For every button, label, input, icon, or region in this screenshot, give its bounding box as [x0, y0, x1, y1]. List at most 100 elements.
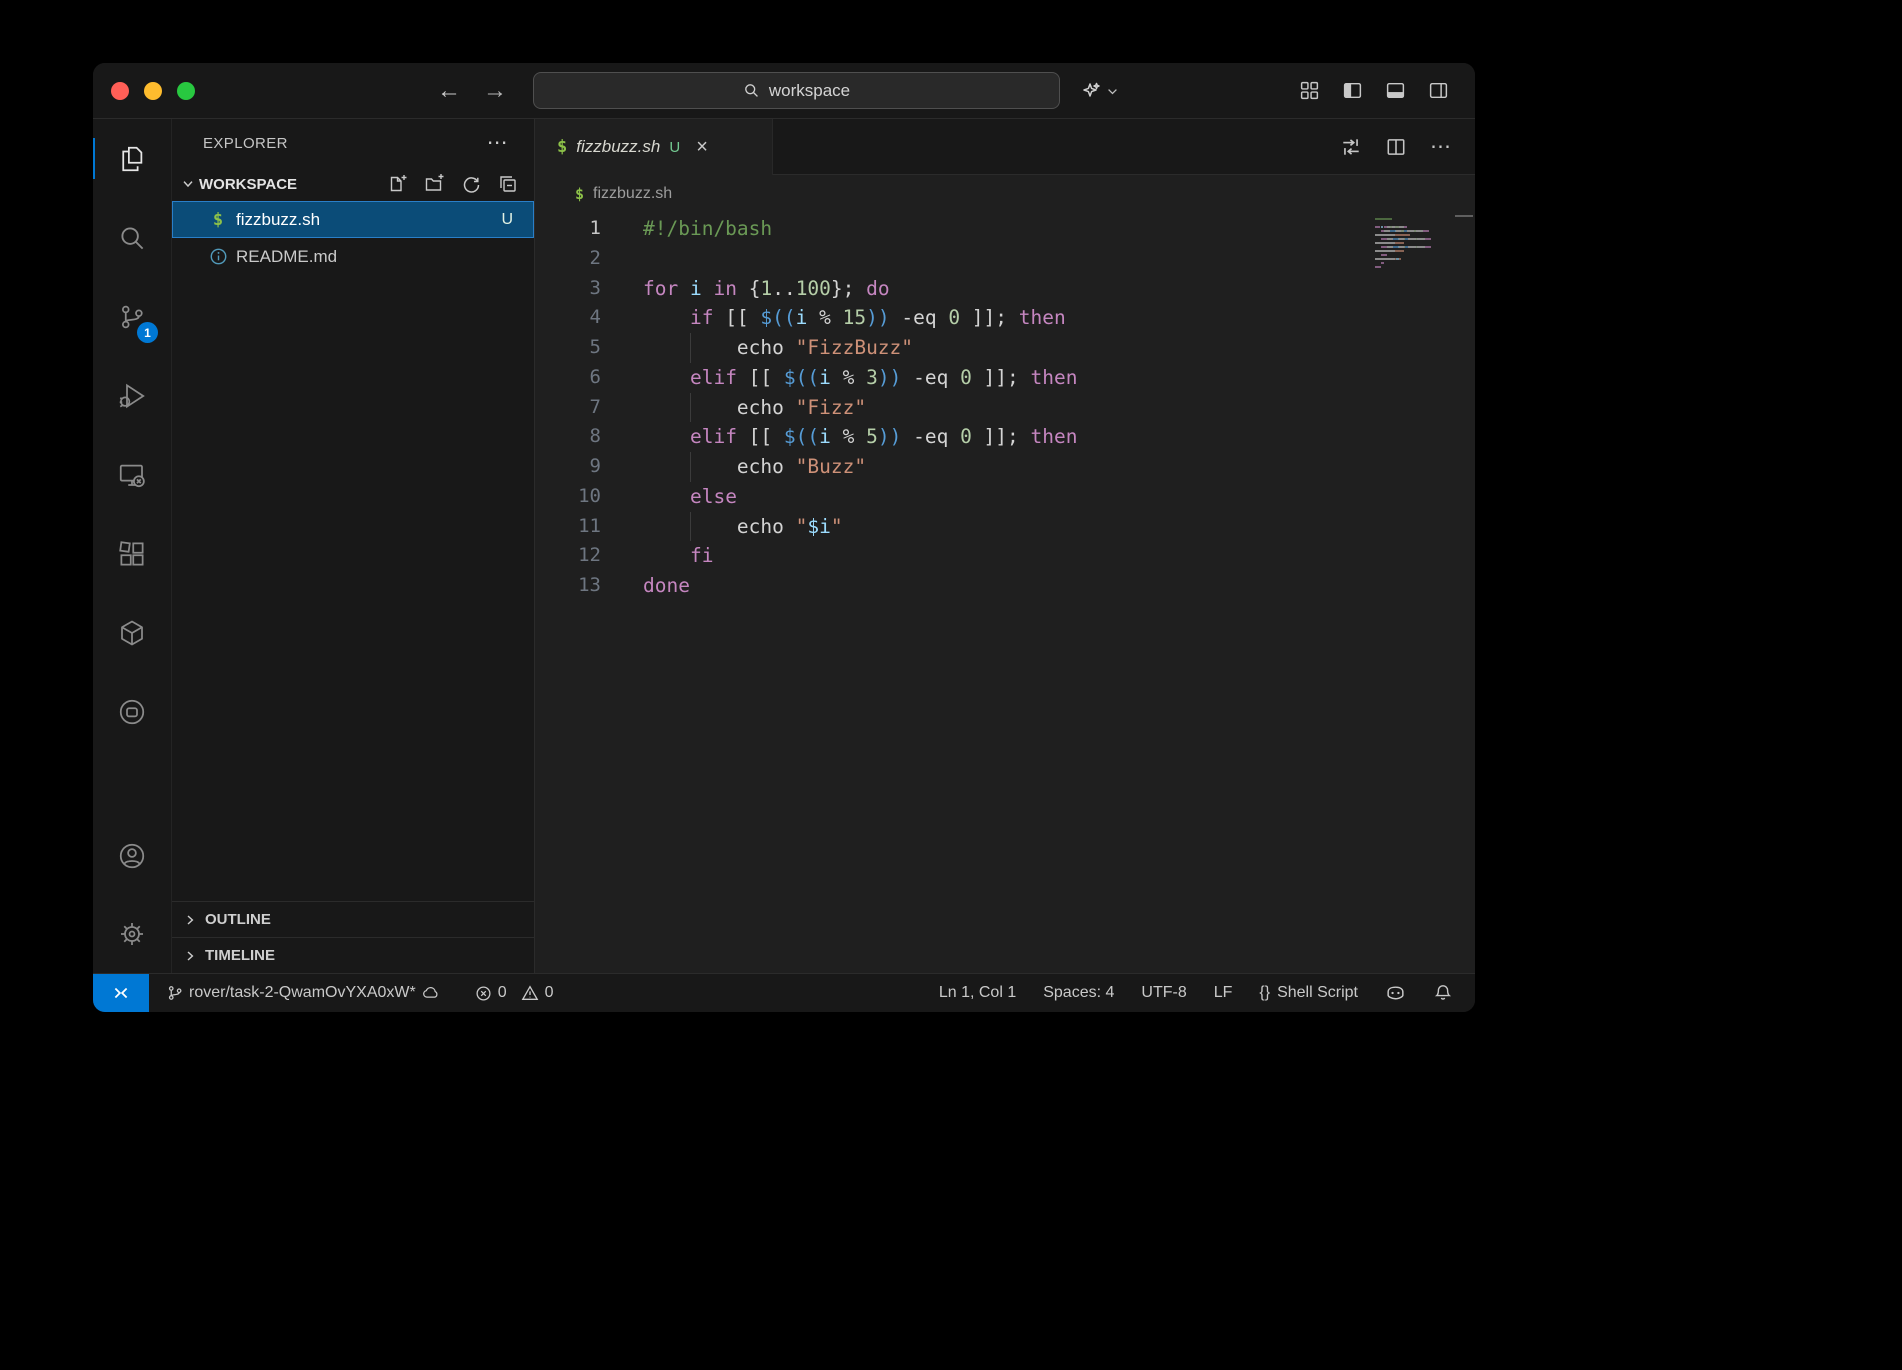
- outline-section-label: OUTLINE: [205, 911, 271, 928]
- minimap[interactable]: [1375, 217, 1451, 269]
- account-icon: [117, 841, 147, 871]
- compare-changes-icon: [1340, 136, 1362, 158]
- file-row-readme[interactable]: README.md: [172, 238, 534, 275]
- indent-guide: [690, 393, 691, 423]
- activity-source-control[interactable]: 1: [93, 277, 171, 356]
- activity-extensions[interactable]: [93, 514, 171, 593]
- line-number[interactable]: 5: [535, 333, 601, 363]
- search-icon: [743, 82, 760, 99]
- zoom-window-button[interactable]: [177, 82, 195, 100]
- close-window-button[interactable]: [111, 82, 129, 100]
- breadcrumb[interactable]: $ fizzbuzz.sh: [535, 175, 1475, 213]
- indentation-status[interactable]: Spaces: 4: [1043, 984, 1114, 1002]
- line-number[interactable]: 10: [535, 482, 601, 512]
- code-line-10[interactable]: 10 else: [535, 482, 1475, 512]
- new-file-button[interactable]: [387, 174, 407, 194]
- scm-changes-badge: 1: [137, 322, 158, 343]
- code-line-7[interactable]: 7 echo "Fizz": [535, 393, 1475, 423]
- code-text: elif [[ $((i % 3)) -eq 0 ]]; then: [643, 366, 1077, 389]
- sidebar-title: EXPLORER: [203, 135, 288, 152]
- language-mode-status[interactable]: {} Shell Script: [1259, 984, 1358, 1002]
- activity-cube-extension[interactable]: [93, 593, 171, 672]
- line-number[interactable]: 6: [535, 363, 601, 393]
- code-line-11[interactable]: 11 echo "$i": [535, 512, 1475, 542]
- toggle-panel-button[interactable]: [1385, 80, 1406, 101]
- line-number[interactable]: 13: [535, 571, 601, 601]
- activity-bar: 1: [93, 119, 172, 973]
- settings-button[interactable]: [93, 895, 171, 973]
- line-number[interactable]: 1: [535, 214, 601, 244]
- git-branch-status[interactable]: rover/task-2-QwamOvYXA0xW*: [166, 983, 441, 1003]
- code-line-3[interactable]: 3for i in {1..100}; do: [535, 274, 1475, 304]
- new-file-icon: [387, 174, 407, 194]
- code-line-1[interactable]: 1 #!/bin/bash: [535, 214, 1475, 244]
- line-number[interactable]: 3: [535, 274, 601, 304]
- code-line-8[interactable]: 8 elif [[ $((i % 5)) -eq 0 ]]; then: [535, 422, 1475, 452]
- code-line-4[interactable]: 4 if [[ $((i % 15)) -eq 0 ]]; then: [535, 303, 1475, 333]
- toggle-secondary-sidebar-button[interactable]: [1428, 80, 1449, 101]
- encoding-status[interactable]: UTF-8: [1141, 984, 1186, 1002]
- status-bar-right: Ln 1, Col 1 Spaces: 4 UTF-8 LF {} Shell …: [939, 983, 1475, 1004]
- copilot-menu-button[interactable]: [1079, 74, 1119, 108]
- code-editor[interactable]: 1 #!/bin/bash 23for i in {1..100}; do4 if …: [535, 213, 1475, 973]
- go-back-button[interactable]: ←: [437, 77, 461, 105]
- command-center-search[interactable]: workspace: [533, 72, 1060, 109]
- code-line-9[interactable]: 9 echo "Buzz": [535, 452, 1475, 482]
- tab-fizzbuzz[interactable]: $ fizzbuzz.sh U ×: [535, 119, 773, 175]
- shellscript-file-icon: $: [207, 210, 229, 230]
- activity-run-debug[interactable]: [93, 356, 171, 435]
- timeline-section-header[interactable]: TIMELINE: [172, 937, 534, 973]
- line-number[interactable]: 11: [535, 512, 601, 542]
- code-line-12[interactable]: 12 fi: [535, 541, 1475, 571]
- activity-lens-extension[interactable]: [93, 672, 171, 751]
- open-changes-button[interactable]: [1340, 136, 1362, 158]
- outline-section-header[interactable]: OUTLINE: [172, 901, 534, 937]
- file-name: README.md: [236, 247, 337, 267]
- problems-status[interactable]: 0 0: [475, 984, 554, 1002]
- shellscript-file-icon: $: [575, 185, 584, 203]
- customize-layout-button[interactable]: [1299, 80, 1320, 101]
- go-forward-button[interactable]: →: [483, 77, 507, 105]
- new-folder-icon: [424, 174, 444, 194]
- eol-status[interactable]: LF: [1214, 984, 1233, 1002]
- indent-guide: [690, 333, 691, 363]
- activity-explorer[interactable]: [93, 119, 171, 198]
- line-number[interactable]: 8: [535, 422, 601, 452]
- activity-remote-explorer[interactable]: [93, 435, 171, 514]
- minimize-window-button[interactable]: [144, 82, 162, 100]
- breadcrumb-file[interactable]: fizzbuzz.sh: [593, 185, 672, 203]
- close-tab-button[interactable]: ×: [696, 137, 708, 157]
- cursor-position-status[interactable]: Ln 1, Col 1: [939, 984, 1016, 1002]
- line-number[interactable]: 2: [535, 244, 601, 274]
- language-label: Shell Script: [1277, 984, 1358, 1002]
- line-number[interactable]: 7: [535, 393, 601, 423]
- code-line-5[interactable]: 5 echo "FizzBuzz": [535, 333, 1475, 363]
- line-number[interactable]: 4: [535, 303, 601, 333]
- refresh-explorer-button[interactable]: [461, 174, 481, 194]
- line-number[interactable]: 9: [535, 452, 601, 482]
- timeline-section-label: TIMELINE: [205, 947, 275, 964]
- accounts-button[interactable]: [93, 817, 171, 895]
- code-text: #!/bin/bash: [643, 217, 772, 240]
- notifications-bell-button[interactable]: [1433, 983, 1453, 1003]
- remote-indicator-button[interactable]: [93, 974, 149, 1012]
- window-controls: [111, 82, 195, 100]
- toggle-primary-sidebar-button[interactable]: [1342, 80, 1363, 101]
- new-folder-button[interactable]: [424, 174, 444, 194]
- more-actions-button[interactable]: ⋯: [1430, 134, 1451, 159]
- workspace-section-header[interactable]: WORKSPACE: [172, 167, 534, 201]
- split-editor-button[interactable]: [1385, 136, 1407, 158]
- code-line-2[interactable]: 2: [535, 244, 1475, 274]
- file-row-fizzbuzz[interactable]: $ fizzbuzz.sh U: [172, 201, 534, 238]
- line-number[interactable]: 12: [535, 541, 601, 571]
- extensions-icon: [117, 539, 147, 569]
- copilot-status-button[interactable]: [1385, 983, 1406, 1004]
- workspace-section-label: WORKSPACE: [199, 176, 297, 193]
- code-line-6[interactable]: 6 elif [[ $((i % 3)) -eq 0 ]]; then: [535, 363, 1475, 393]
- editor-actions: ⋯: [1340, 119, 1475, 174]
- code-line-13[interactable]: 13done: [535, 571, 1475, 601]
- collapse-folders-button[interactable]: [498, 174, 518, 194]
- activity-search[interactable]: [93, 198, 171, 277]
- editor-group: $ fizzbuzz.sh U ×: [535, 119, 1475, 973]
- branch-icon: [166, 984, 184, 1002]
